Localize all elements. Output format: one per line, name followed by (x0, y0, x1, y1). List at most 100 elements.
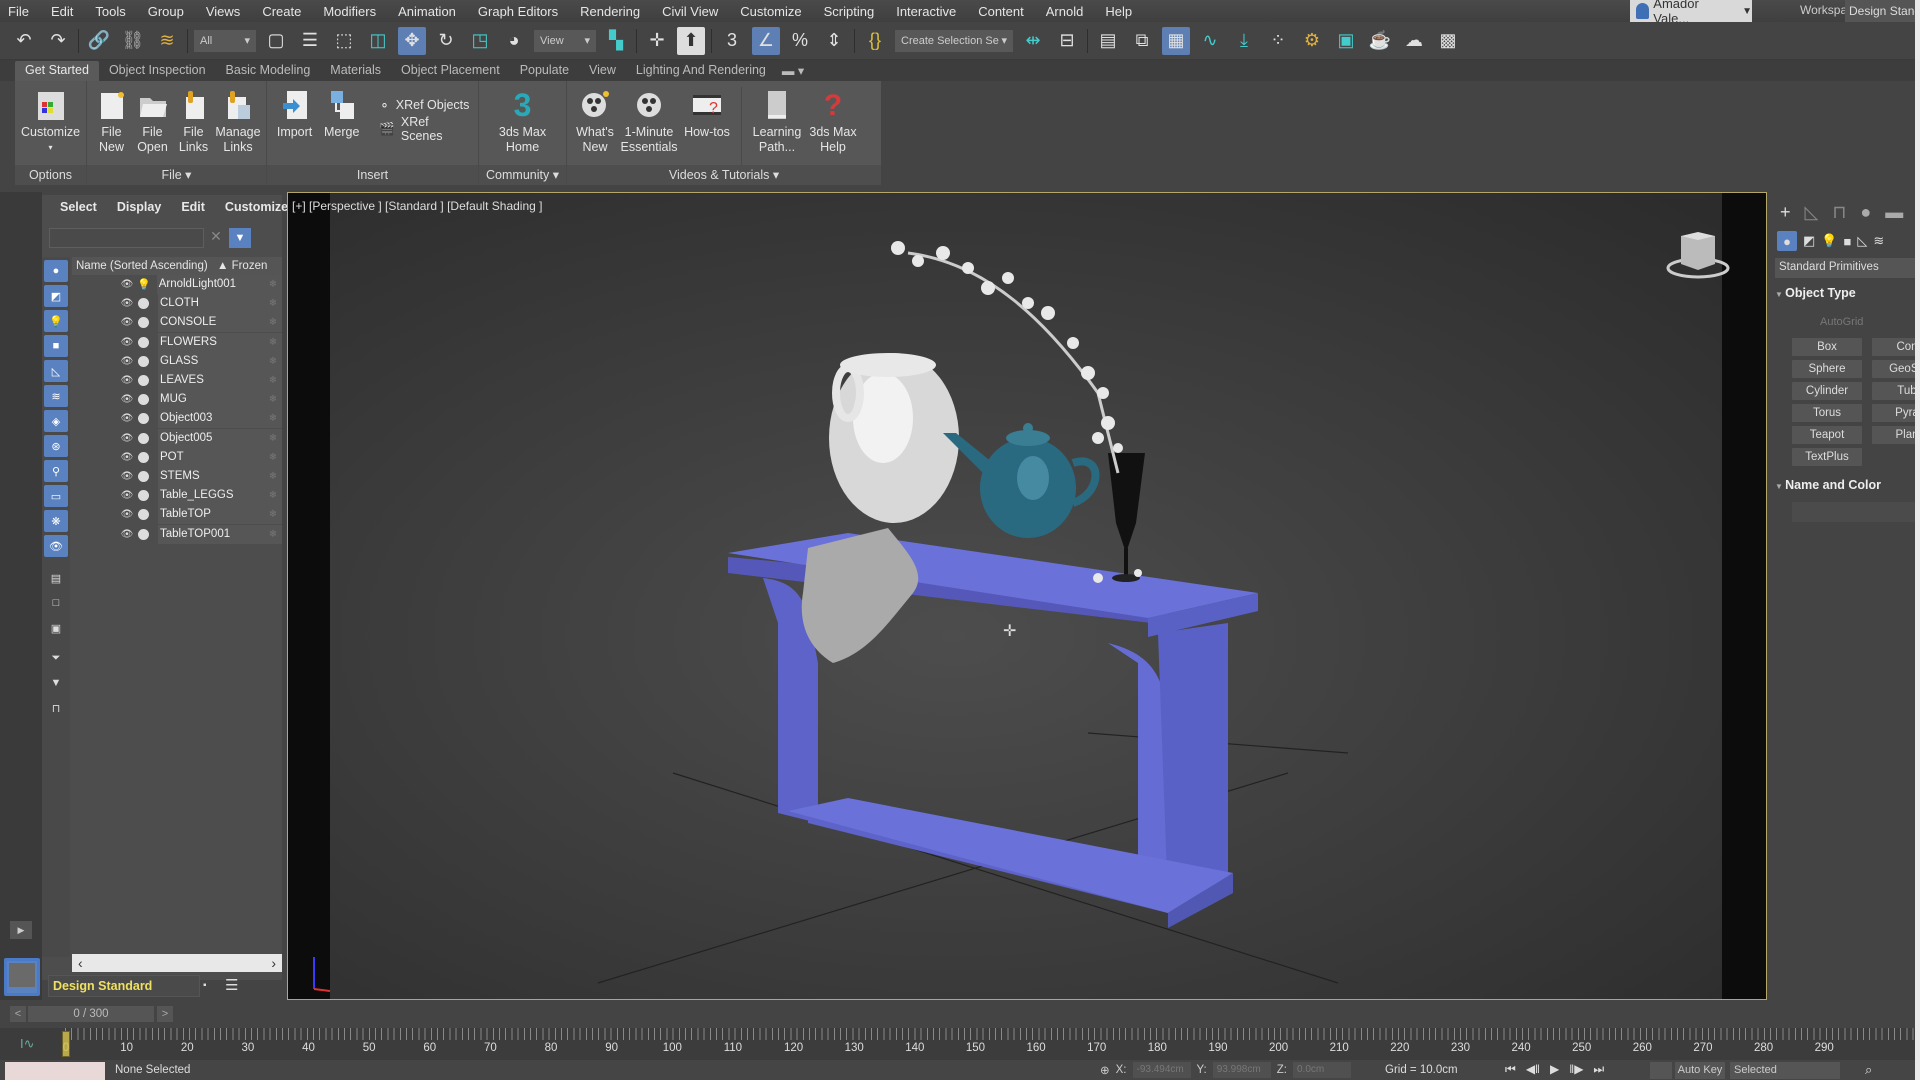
pivot-center-icon[interactable]: ▚ (602, 27, 630, 55)
auto-key-button[interactable]: Auto Key (1675, 1062, 1725, 1079)
tab-populate[interactable]: Populate (510, 61, 579, 81)
list-item[interactable]: 👁 POT ❄ (72, 447, 282, 467)
eye-icon[interactable]: 👁 (120, 452, 134, 463)
menu-animation[interactable]: Animation (390, 4, 470, 19)
z-coordinate-field[interactable]: 0.0cm (1292, 1062, 1351, 1078)
torus-button[interactable]: Torus (1792, 404, 1862, 422)
display-containers-icon[interactable]: ▭ (44, 485, 68, 507)
y-coordinate-field[interactable]: 93.998cm (1212, 1062, 1271, 1078)
file-open-button[interactable]: File Open (134, 87, 171, 165)
curve-editor-icon[interactable]: ∿ (1196, 27, 1224, 55)
layer-explorer-toggle[interactable] (4, 958, 40, 996)
menu-civil-view[interactable]: Civil View (654, 4, 732, 19)
menu-rendering[interactable]: Rendering (572, 4, 654, 19)
chevron-down-icon[interactable]: ▪ (203, 980, 207, 991)
viewcube[interactable] (1663, 228, 1733, 284)
previous-key-icon[interactable]: ◀‖ (1526, 1062, 1540, 1077)
motion-tab-icon[interactable]: ● (1860, 202, 1871, 223)
merge-button[interactable]: Merge (320, 87, 363, 165)
align-icon[interactable]: ⊟ (1053, 27, 1081, 55)
display-bones-icon[interactable]: ⚲ (44, 460, 68, 482)
primitive-type-dropdown[interactable]: Standard Primitives (1775, 258, 1915, 278)
customize-button[interactable]: Customize ▾ (21, 87, 80, 165)
learning-path-button[interactable]: Learning Path... (750, 87, 804, 165)
tab-materials[interactable]: Materials (320, 61, 391, 81)
set-key-button[interactable] (1650, 1062, 1672, 1079)
spinner-snap-icon[interactable]: ⇕ (820, 27, 848, 55)
layer-explorer-icon[interactable]: ⧉ (1128, 27, 1156, 55)
create-tab-icon[interactable]: + (1780, 202, 1791, 223)
space-warps-category-icon[interactable]: ≋ (1873, 233, 1884, 249)
geometry-category-icon[interactable]: ● (1777, 231, 1797, 251)
eye-icon[interactable]: 👁 (120, 394, 134, 405)
select-object-icon[interactable]: ▢ (262, 27, 290, 55)
eye-icon[interactable]: 👁 (120, 433, 134, 444)
list-item[interactable]: 👁 GLASS ❄ (72, 351, 282, 371)
explorer-menu-edit[interactable]: Edit (181, 200, 205, 222)
zoom-icon[interactable]: ⌕ (1865, 1062, 1872, 1078)
tube-button[interactable]: Tub (1872, 382, 1920, 400)
expand-panel-icon[interactable]: ▶ (10, 921, 32, 939)
display-particles-icon[interactable]: ❋ (44, 510, 68, 532)
x-coordinate-field[interactable]: -93.494cm (1132, 1062, 1191, 1078)
tab-lighting-and-rendering[interactable]: Lighting And Rendering (626, 61, 776, 81)
1-minute-essentials-button[interactable]: 1-Minute Essentials (621, 87, 678, 165)
list-item[interactable]: 👁 LEAVES ❄ (72, 371, 282, 391)
material-editor-icon[interactable]: ⁘ (1264, 27, 1292, 55)
list-item[interactable]: 👁 STEMS ❄ (72, 466, 282, 486)
maxscript-listener[interactable] (5, 1062, 105, 1080)
object-name-field[interactable] (1792, 502, 1915, 522)
rectangular-selection-icon[interactable]: ⬚ (330, 27, 358, 55)
link-icon[interactable]: 🔗 (85, 27, 113, 55)
display-shapes-icon[interactable]: ◩ (44, 285, 68, 307)
next-key-icon[interactable]: ‖▶ (1569, 1062, 1583, 1077)
freeze-icon[interactable]: ❄ (264, 486, 282, 506)
selection-filter-dropdown[interactable]: All ▾ (194, 29, 256, 52)
file-new-button[interactable]: File New (93, 87, 130, 165)
menu-scripting[interactable]: Scripting (816, 4, 889, 19)
freeze-icon[interactable]: ❄ (264, 428, 282, 448)
select-and-place-icon[interactable]: ◕ (500, 27, 528, 55)
tab-get-started[interactable]: Get Started (15, 61, 99, 81)
scroll-right-icon[interactable]: › (271, 955, 276, 971)
box-button[interactable]: Box (1792, 338, 1862, 356)
file-links-button[interactable]: File Links (175, 87, 212, 165)
next-frame-button[interactable]: > (157, 1006, 173, 1022)
unlink-icon[interactable]: ⛓ (119, 27, 147, 55)
freeze-icon[interactable]: ❄ (264, 275, 282, 295)
textplus-button[interactable]: TextPlus (1792, 448, 1862, 466)
select-by-name-icon[interactable]: ☰ (296, 27, 324, 55)
list-item[interactable]: 👁 💡 ArnoldLight001 ❄ (72, 275, 282, 295)
user-account-dropdown[interactable]: Amador Vale... ▼ (1630, 0, 1752, 26)
menu-edit[interactable]: Edit (43, 4, 87, 19)
go-to-start-icon[interactable]: ⏮ (1505, 1062, 1516, 1077)
undo-icon[interactable]: ↶ (10, 27, 38, 55)
eye-icon[interactable]: 👁 (120, 509, 134, 520)
display-hidden-icon[interactable]: 👁 (44, 535, 68, 557)
percent-snap-icon[interactable]: % (786, 27, 814, 55)
display-groups-icon[interactable]: ◈ (44, 410, 68, 432)
list-item[interactable]: 👁 CONSOLE ❄ (72, 313, 282, 333)
invert-display-icon[interactable]: ▣ (44, 617, 68, 639)
list-item[interactable]: 👁 TableTOP001 ❄ (72, 524, 282, 544)
menu-group[interactable]: Group (140, 4, 198, 19)
cone-button[interactable]: Con (1872, 338, 1920, 356)
eye-icon[interactable]: 👁 (120, 279, 134, 290)
explorer-column-header[interactable]: Name (Sorted Ascending) ▲ Frozen (72, 257, 282, 275)
edit-named-selection-icon[interactable]: {} (861, 27, 889, 55)
scroll-left-icon[interactable]: ‹ (78, 955, 83, 971)
explorer-search-input[interactable] (49, 228, 204, 248)
sphere-button[interactable]: Sphere (1792, 360, 1862, 378)
freeze-icon[interactable]: ❄ (264, 351, 282, 371)
freeze-icon[interactable]: ❄ (264, 505, 282, 525)
display-xrefs-icon[interactable]: ⊛ (44, 435, 68, 457)
tab-basic-modeling[interactable]: Basic Modeling (216, 61, 321, 81)
cameras-category-icon[interactable]: ■ (1843, 234, 1851, 249)
time-slider[interactable]: 0 / 300 (28, 1006, 154, 1022)
eye-icon[interactable]: 👁 (120, 490, 134, 501)
manage-links-button[interactable]: Manage Links (215, 87, 261, 165)
xref-scenes-button[interactable]: 🎬 XRef Scenes (379, 115, 472, 143)
go-to-end-icon[interactable]: ⏭ (1593, 1062, 1604, 1077)
3dsmax-home-button[interactable]: 3 3ds Max Home (493, 87, 553, 165)
freeze-icon[interactable]: ❄ (264, 371, 282, 391)
